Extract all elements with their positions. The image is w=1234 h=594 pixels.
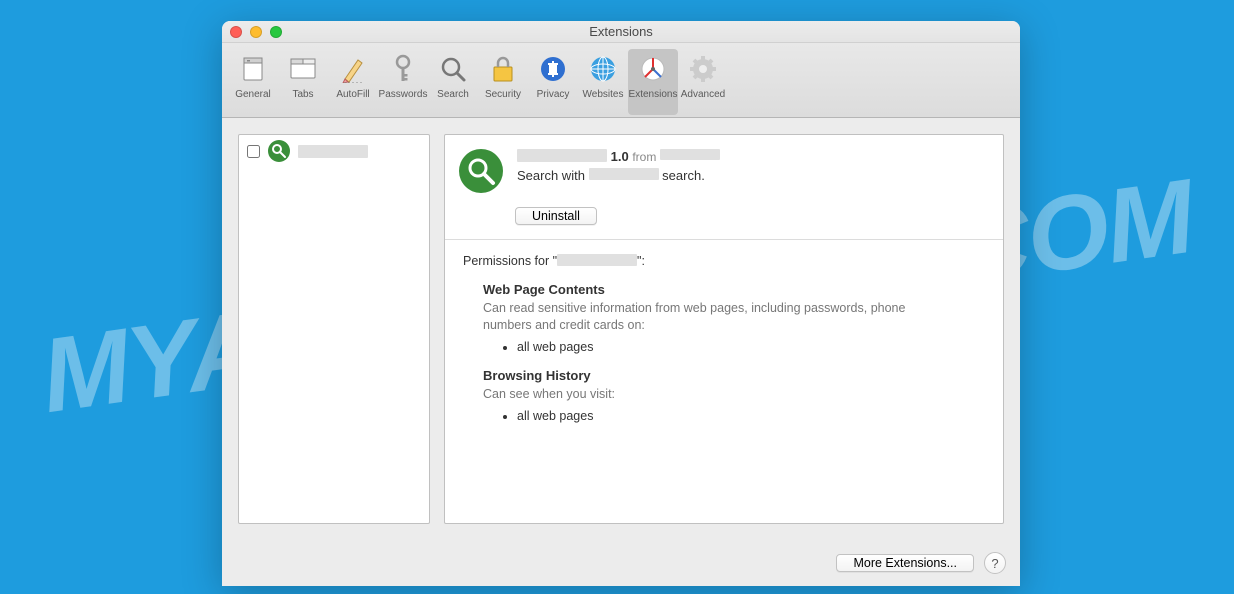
tabs-icon — [287, 53, 319, 85]
perm-section-title-1: Browsing History — [483, 368, 985, 383]
search-icon — [437, 53, 469, 85]
toolbar-extensions[interactable]: Extensions — [628, 49, 678, 115]
perm-item: all web pages — [517, 409, 985, 423]
extension-item-icon — [268, 140, 290, 162]
extension-version: 1.0 — [611, 149, 629, 164]
preferences-toolbar: General Tabs AutoFill Passwords Search — [222, 43, 1020, 118]
window-title: Extensions — [222, 24, 1020, 39]
extensions-icon — [637, 53, 669, 85]
toolbar-tabs[interactable]: Tabs — [278, 49, 328, 115]
perm-section-list-1: all web pages — [517, 409, 985, 423]
content-area: 1.0 from Search with search. Uninstall — [222, 118, 1020, 540]
extensions-sidebar — [238, 134, 430, 524]
desc-prefix: Search with — [517, 168, 585, 183]
toolbar-label: Passwords — [379, 89, 428, 100]
toolbar-label: Advanced — [681, 89, 725, 100]
extension-from-label: from — [632, 150, 656, 164]
perm-section-list-0: all web pages — [517, 340, 985, 354]
perm-heading-name-redacted — [557, 254, 637, 266]
extension-detail-panel: 1.0 from Search with search. Uninstall — [444, 134, 1004, 524]
desc-mid-redacted — [589, 168, 659, 180]
extension-enable-checkbox[interactable] — [247, 145, 260, 158]
general-icon — [237, 53, 269, 85]
perm-section-desc-0: Can read sensitive information from web … — [483, 300, 943, 334]
footer-bar: More Extensions... ? — [222, 540, 1020, 586]
sidebar-extension-item[interactable] — [239, 135, 429, 167]
key-icon — [387, 53, 419, 85]
toolbar-search[interactable]: Search — [428, 49, 478, 115]
toolbar-label: Extensions — [629, 89, 678, 100]
extension-description: Search with search. — [517, 168, 720, 183]
titlebar: Extensions — [222, 21, 1020, 43]
desc-suffix: search. — [662, 168, 705, 183]
lock-icon — [487, 53, 519, 85]
permissions-section: Permissions for " ": Web Page Contents C… — [445, 240, 1003, 439]
gear-icon — [687, 53, 719, 85]
privacy-icon — [537, 53, 569, 85]
extension-vendor-redacted — [660, 149, 720, 160]
perm-heading-suffix: ": — [637, 254, 645, 268]
toolbar-security[interactable]: Security — [478, 49, 528, 115]
autofill-icon — [337, 53, 369, 85]
extension-name-redacted — [517, 149, 607, 162]
toolbar-label: Websites — [583, 89, 624, 100]
perm-section-title-0: Web Page Contents — [483, 282, 985, 297]
toolbar-label: AutoFill — [336, 89, 369, 100]
extension-item-name-redacted — [298, 145, 368, 158]
perm-section-desc-1: Can see when you visit: — [483, 386, 943, 403]
toolbar-websites[interactable]: Websites — [578, 49, 628, 115]
toolbar-advanced[interactable]: Advanced — [678, 49, 728, 115]
toolbar-passwords[interactable]: Passwords — [378, 49, 428, 115]
toolbar-label: General — [235, 89, 271, 100]
perm-heading-prefix: Permissions for " — [463, 254, 557, 268]
uninstall-row: Uninstall — [445, 203, 1003, 239]
perm-item: all web pages — [517, 340, 985, 354]
extension-large-icon — [459, 149, 503, 193]
permissions-heading: Permissions for " ": — [463, 254, 985, 268]
toolbar-label: Privacy — [537, 89, 570, 100]
toolbar-label: Search — [437, 89, 469, 100]
globe-icon — [587, 53, 619, 85]
toolbar-label: Tabs — [292, 89, 313, 100]
toolbar-general[interactable]: General — [228, 49, 278, 115]
uninstall-button[interactable]: Uninstall — [515, 207, 597, 225]
help-button[interactable]: ? — [984, 552, 1006, 574]
more-extensions-button[interactable]: More Extensions... — [836, 554, 974, 572]
extension-header: 1.0 from Search with search. — [445, 135, 1003, 203]
toolbar-label: Security — [485, 89, 521, 100]
extension-title-line: 1.0 from — [517, 149, 720, 164]
toolbar-autofill[interactable]: AutoFill — [328, 49, 378, 115]
toolbar-privacy[interactable]: Privacy — [528, 49, 578, 115]
preferences-window: Extensions General Tabs AutoFill Passwor… — [222, 21, 1020, 586]
extension-title-block: 1.0 from Search with search. — [517, 149, 720, 183]
